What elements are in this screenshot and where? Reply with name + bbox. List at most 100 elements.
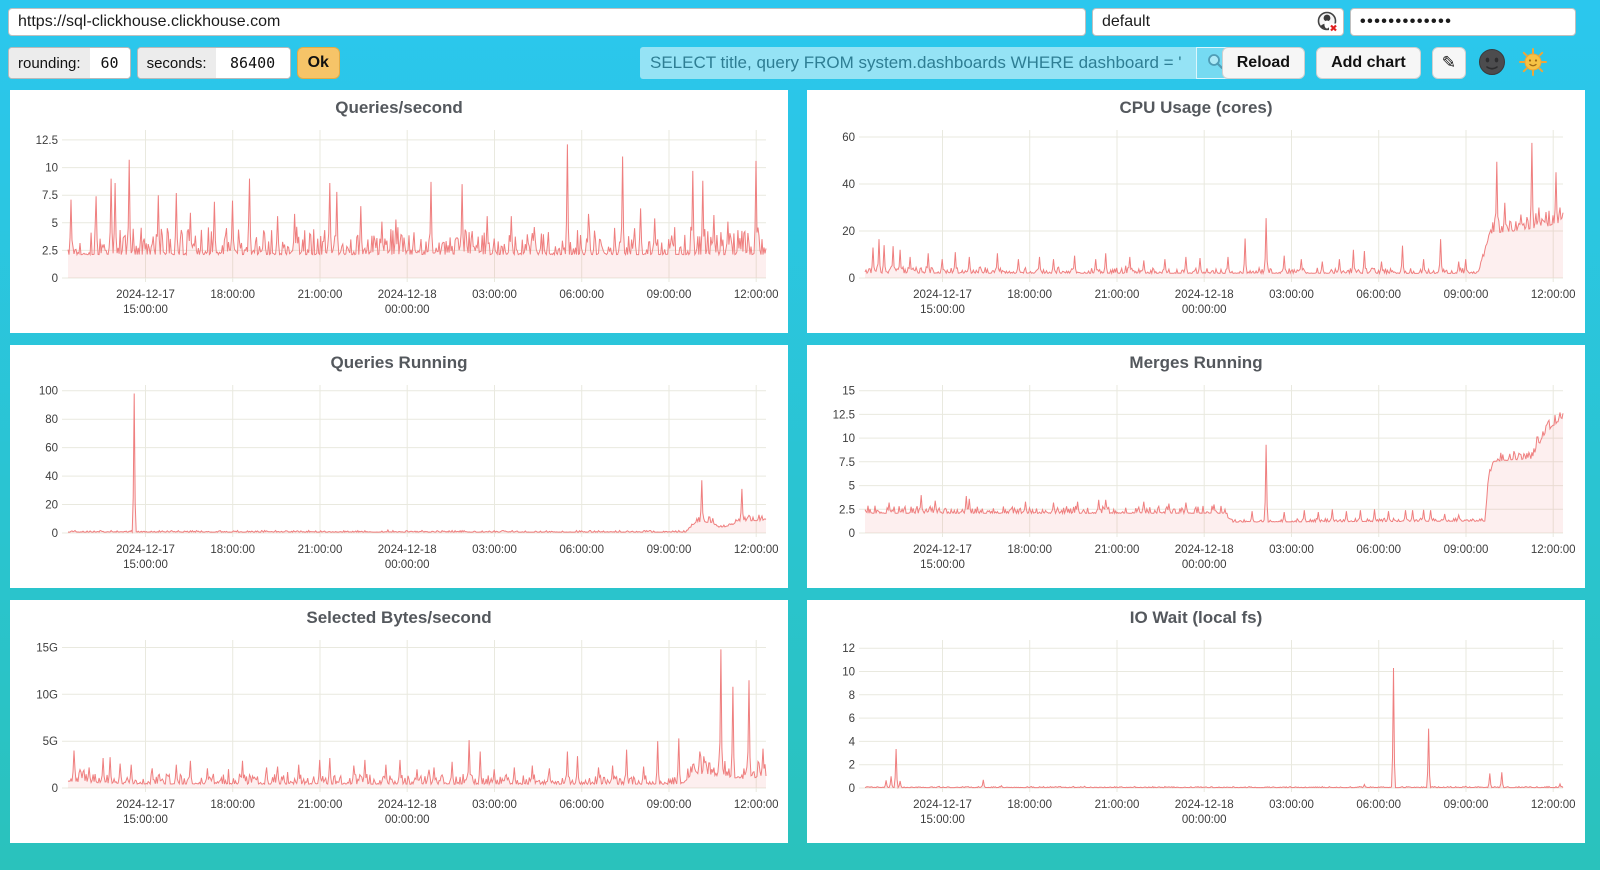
x-tick-label: 12:00:00 — [734, 544, 778, 556]
rounding-input[interactable] — [90, 48, 130, 78]
x-tick-label: 2024-12-18 — [378, 544, 437, 556]
user-with-red-x-icon — [1317, 11, 1339, 33]
x-tick-label: 12:00:00 — [1531, 799, 1575, 811]
y-tick-label: 60 — [842, 132, 855, 144]
y-tick-label: 10 — [842, 667, 855, 679]
chart-plot-selected-bytes[interactable]: 05G10G15G2024-12-1715:00:0018:00:0021:00… — [18, 630, 778, 835]
x-tick-label: 15:00:00 — [920, 559, 965, 571]
y-tick-label: 8 — [849, 690, 855, 702]
x-tick-label: 03:00:00 — [472, 289, 517, 301]
x-tick-label: 00:00:00 — [1182, 814, 1227, 826]
series-line — [865, 668, 1563, 788]
x-tick-label: 2024-12-18 — [378, 289, 437, 301]
dashboard-query-input[interactable] — [640, 47, 1196, 79]
x-tick-label: 2024-12-18 — [1175, 544, 1234, 556]
y-tick-label: 5 — [52, 218, 58, 230]
sun-with-face-icon — [1519, 64, 1547, 79]
y-tick-label: 0 — [849, 783, 855, 795]
x-tick-label: 21:00:00 — [298, 544, 343, 556]
dark-theme-button[interactable] — [1477, 48, 1507, 78]
x-tick-label: 00:00:00 — [385, 814, 430, 826]
x-tick-label: 03:00:00 — [1269, 289, 1314, 301]
x-tick-label: 18:00:00 — [210, 289, 255, 301]
x-tick-label: 00:00:00 — [1182, 559, 1227, 571]
light-theme-button[interactable] — [1518, 48, 1548, 78]
series-line — [865, 143, 1563, 274]
y-tick-label: 10 — [842, 433, 855, 445]
seconds-input[interactable] — [216, 48, 290, 78]
x-tick-label: 00:00:00 — [1182, 304, 1227, 316]
add-chart-button[interactable]: Add chart — [1316, 47, 1421, 79]
x-tick-label: 2024-12-17 — [116, 289, 175, 301]
user-input[interactable] — [1092, 8, 1344, 36]
reload-button[interactable]: Reload — [1222, 47, 1305, 79]
y-tick-label: 40 — [45, 471, 58, 483]
chart-plot-queries-per-second[interactable]: 02.557.51012.52024-12-1715:00:0018:00:00… — [18, 120, 778, 325]
y-tick-label: 15G — [36, 643, 58, 655]
x-tick-label: 12:00:00 — [1531, 544, 1575, 556]
chart-title: Merges Running — [815, 351, 1577, 375]
x-tick-label: 2024-12-17 — [913, 799, 972, 811]
series-line — [68, 144, 766, 254]
x-tick-label: 03:00:00 — [472, 544, 517, 556]
x-tick-label: 09:00:00 — [647, 544, 692, 556]
edit-charts-button[interactable]: ✎ — [1432, 47, 1466, 79]
y-tick-label: 10G — [36, 689, 58, 701]
chart-card: Queries Running 0204060801002024-12-1715… — [10, 345, 788, 588]
y-tick-label: 2 — [849, 760, 855, 772]
y-tick-label: 2.5 — [839, 504, 855, 516]
y-tick-label: 5G — [43, 736, 58, 748]
y-tick-label: 10 — [45, 163, 58, 175]
chart-plot-queries-running[interactable]: 0204060801002024-12-1715:00:0018:00:0021… — [18, 375, 778, 580]
chart-plot-io-wait[interactable]: 0246810122024-12-1715:00:0018:00:0021:00… — [815, 630, 1575, 835]
y-tick-label: 0 — [52, 528, 58, 540]
y-tick-label: 15 — [842, 386, 855, 398]
chart-card: CPU Usage (cores) 02040602024-12-1715:00… — [807, 90, 1585, 333]
pencil-icon: ✎ — [1442, 53, 1456, 72]
series-line — [68, 394, 766, 533]
rounding-field: rounding: — [8, 47, 131, 79]
x-tick-label: 09:00:00 — [1444, 544, 1489, 556]
x-tick-label: 21:00:00 — [1095, 544, 1140, 556]
connection-row — [8, 8, 1592, 36]
ok-button[interactable]: Ok — [297, 47, 340, 79]
password-input[interactable] — [1350, 8, 1576, 36]
y-tick-label: 60 — [45, 443, 58, 455]
y-tick-label: 0 — [52, 273, 58, 285]
x-tick-label: 18:00:00 — [210, 799, 255, 811]
x-tick-label: 09:00:00 — [1444, 289, 1489, 301]
series-area — [68, 144, 766, 278]
x-tick-label: 09:00:00 — [1444, 799, 1489, 811]
series-line — [68, 649, 766, 784]
y-tick-label: 80 — [45, 414, 58, 426]
toolbar: rounding: seconds: Ok Reload Add chart ✎ — [0, 0, 1600, 80]
dashboard-query-wrap — [640, 47, 1233, 79]
y-tick-label: 100 — [39, 386, 58, 398]
x-tick-label: 18:00:00 — [1007, 799, 1052, 811]
x-tick-label: 21:00:00 — [298, 799, 343, 811]
series-line — [865, 413, 1563, 523]
x-tick-label: 12:00:00 — [734, 799, 778, 811]
chart-title: Queries Running — [18, 351, 780, 375]
y-tick-label: 20 — [842, 226, 855, 238]
y-tick-label: 0 — [849, 273, 855, 285]
x-tick-label: 06:00:00 — [1356, 544, 1401, 556]
x-tick-label: 06:00:00 — [559, 289, 604, 301]
x-tick-label: 09:00:00 — [647, 289, 692, 301]
seconds-label: seconds: — [138, 48, 216, 78]
y-tick-label: 2.5 — [42, 245, 58, 257]
x-tick-label: 21:00:00 — [1095, 799, 1140, 811]
x-tick-label: 03:00:00 — [1269, 799, 1314, 811]
x-tick-label: 18:00:00 — [1007, 544, 1052, 556]
controls-row: rounding: seconds: Ok Reload Add chart ✎ — [8, 46, 1592, 80]
chart-plot-merges-running[interactable]: 02.557.51012.5152024-12-1715:00:0018:00:… — [815, 375, 1575, 580]
x-tick-label: 03:00:00 — [472, 799, 517, 811]
y-tick-label: 12.5 — [833, 409, 855, 421]
x-tick-label: 15:00:00 — [920, 814, 965, 826]
x-tick-label: 15:00:00 — [920, 304, 965, 316]
chart-plot-cpu-usage[interactable]: 02040602024-12-1715:00:0018:00:0021:00:0… — [815, 120, 1575, 325]
x-tick-label: 09:00:00 — [647, 799, 692, 811]
y-tick-label: 12 — [842, 643, 855, 655]
url-input[interactable] — [8, 8, 1086, 36]
charts-grid: Queries/second 02.557.51012.52024-12-171… — [0, 90, 1600, 843]
